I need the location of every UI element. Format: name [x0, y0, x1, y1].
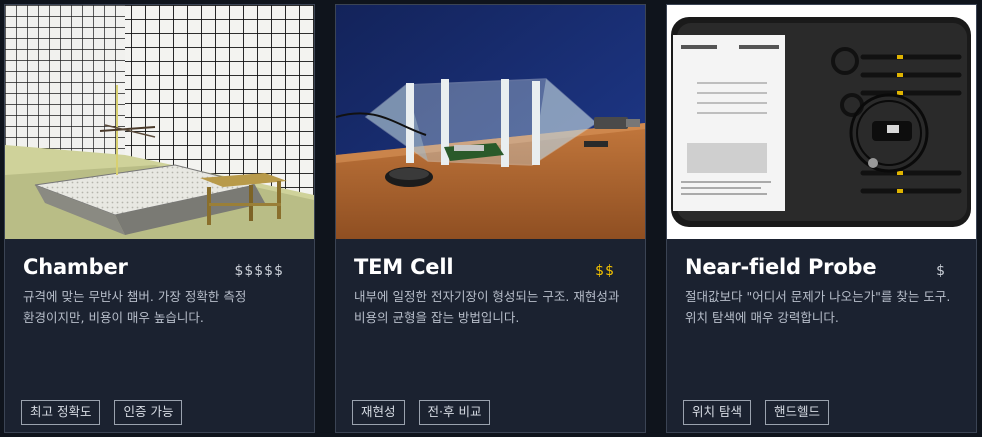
tag-badge: 위치 탐색: [683, 400, 751, 425]
card-title: TEM Cell: [354, 255, 454, 279]
price-rating: $$: [595, 263, 615, 279]
tag-badge: 전·후 비교: [418, 400, 491, 425]
tem-cell-photo: [336, 5, 645, 239]
tag-badge: 인증 가능: [114, 400, 183, 425]
anechoic-chamber-photo: [5, 5, 314, 239]
tag-list: 재현성 전·후 비교: [352, 400, 491, 425]
card-description: 내부에 일정한 전자기장이 형성되는 구조. 재현성과 비용의 균형을 잡는 방…: [354, 289, 620, 325]
tag-list: 최고 정확도 인증 가능: [21, 400, 183, 425]
card-description: 절대값보다 "어디서 문제가 나오는가"를 찾는 도구. 위치 탐색에 매우 강…: [685, 289, 951, 325]
card-chamber[interactable]: Chamber $$$$$ 규격에 맞는 무반사 챔버. 가장 정확한 측정 환…: [4, 4, 315, 433]
price-rating: $$$$$: [234, 263, 284, 279]
near-field-probe-kit-photo: [667, 5, 976, 239]
card-title: Near-field Probe: [685, 255, 877, 279]
card-title: Chamber: [23, 255, 128, 279]
card-near-field-probe[interactable]: Near-field Probe $ 절대값보다 "어디서 문제가 나오는가"를…: [666, 4, 977, 433]
tag-list: 위치 탐색 핸드헬드: [683, 400, 829, 425]
card-grid: Chamber $$$$$ 규격에 맞는 무반사 챔버. 가장 정확한 측정 환…: [0, 0, 982, 437]
tag-badge: 재현성: [352, 400, 405, 425]
price-rating: $: [936, 263, 946, 279]
card-description: 규격에 맞는 무반사 챔버. 가장 정확한 측정 환경이지만, 비용이 매우 높…: [23, 289, 247, 325]
card-tem-cell[interactable]: TEM Cell $$ 내부에 일정한 전자기장이 형성되는 구조. 재현성과 …: [335, 4, 646, 433]
tag-badge: 최고 정확도: [21, 400, 101, 425]
tag-badge: 핸드헬드: [764, 400, 829, 425]
